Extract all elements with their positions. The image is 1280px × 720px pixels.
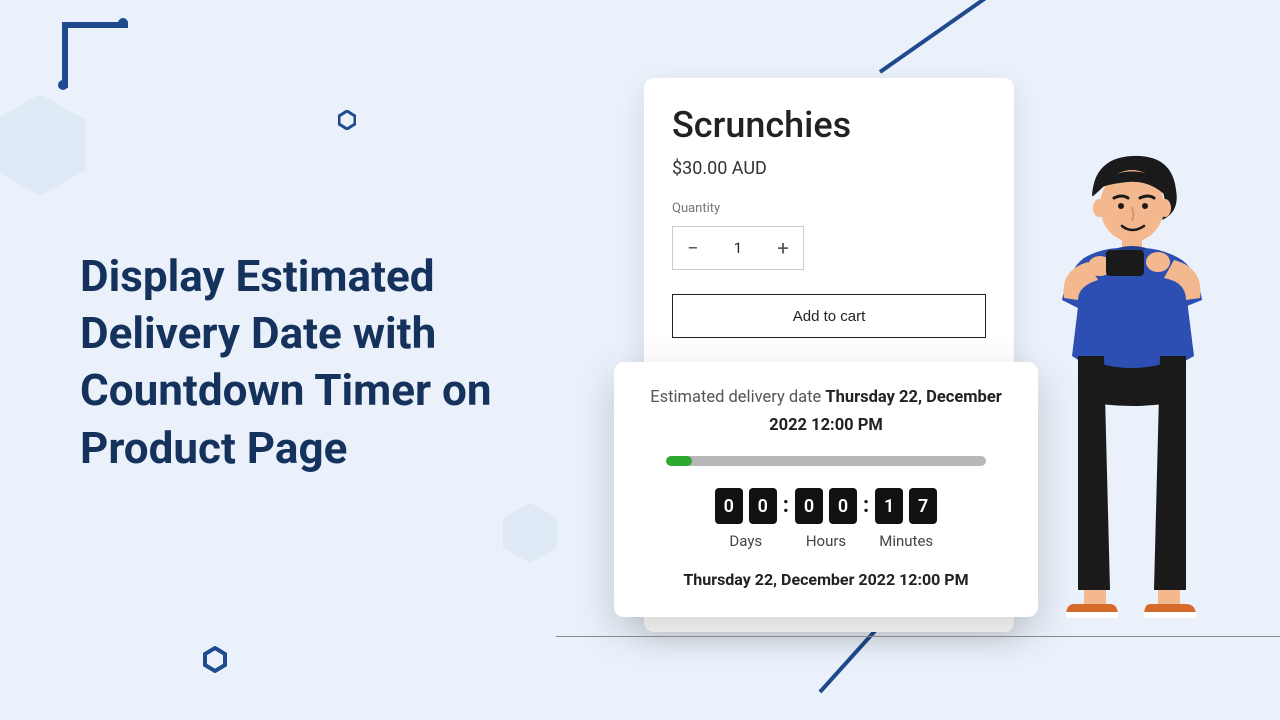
progress-fill <box>666 456 692 466</box>
decorative-dot <box>58 80 68 90</box>
quantity-stepper[interactable]: − 1 + <box>672 226 804 270</box>
colon: : <box>863 488 869 518</box>
hours-label: Hours <box>806 532 846 550</box>
minutes-label: Minutes <box>879 532 933 550</box>
days-label: Days <box>729 532 762 550</box>
hex-icon <box>338 110 358 130</box>
estimated-prefix: Estimated delivery date <box>650 388 825 407</box>
colon: : <box>783 488 789 518</box>
decorative-dot <box>118 18 128 28</box>
product-title: Scrunchies <box>672 104 986 146</box>
full-delivery-date: Thursday 22, December 2022 12:00 PM <box>644 570 1008 589</box>
baseline-rule <box>556 636 1280 637</box>
countdown-timer: 0 0 Days : 0 0 Hours : 1 7 Minutes <box>644 488 1008 550</box>
days-digit-1: 0 <box>715 488 743 524</box>
product-price: $30.00 AUD <box>672 158 986 179</box>
delivery-card: Estimated delivery date Thursday 22, Dec… <box>614 362 1038 617</box>
person-illustration <box>1044 150 1214 636</box>
decorative-line <box>879 0 1143 74</box>
minutes-digit-2: 7 <box>909 488 937 524</box>
quantity-decrease-button[interactable]: − <box>673 227 713 269</box>
quantity-increase-button[interactable]: + <box>763 227 803 269</box>
quantity-value: 1 <box>713 239 763 257</box>
add-to-cart-button[interactable]: Add to cart <box>672 294 986 338</box>
decorative-hex <box>0 90 90 204</box>
hex-icon <box>203 646 223 666</box>
decorative-bracket <box>62 22 128 88</box>
progress-bar <box>666 456 986 466</box>
estimated-delivery-text: Estimated delivery date Thursday 22, Dec… <box>644 384 1008 440</box>
quantity-label: Quantity <box>672 201 986 216</box>
hours-digit-2: 0 <box>829 488 857 524</box>
days-group: 0 0 Days <box>715 488 777 550</box>
decorative-hex <box>500 500 560 570</box>
days-digit-2: 0 <box>749 488 777 524</box>
minutes-digit-1: 1 <box>875 488 903 524</box>
hours-digit-1: 0 <box>795 488 823 524</box>
page-headline: Display Estimated Delivery Date with Cou… <box>80 248 600 477</box>
hours-group: 0 0 Hours <box>795 488 857 550</box>
minutes-group: 1 7 Minutes <box>875 488 937 550</box>
